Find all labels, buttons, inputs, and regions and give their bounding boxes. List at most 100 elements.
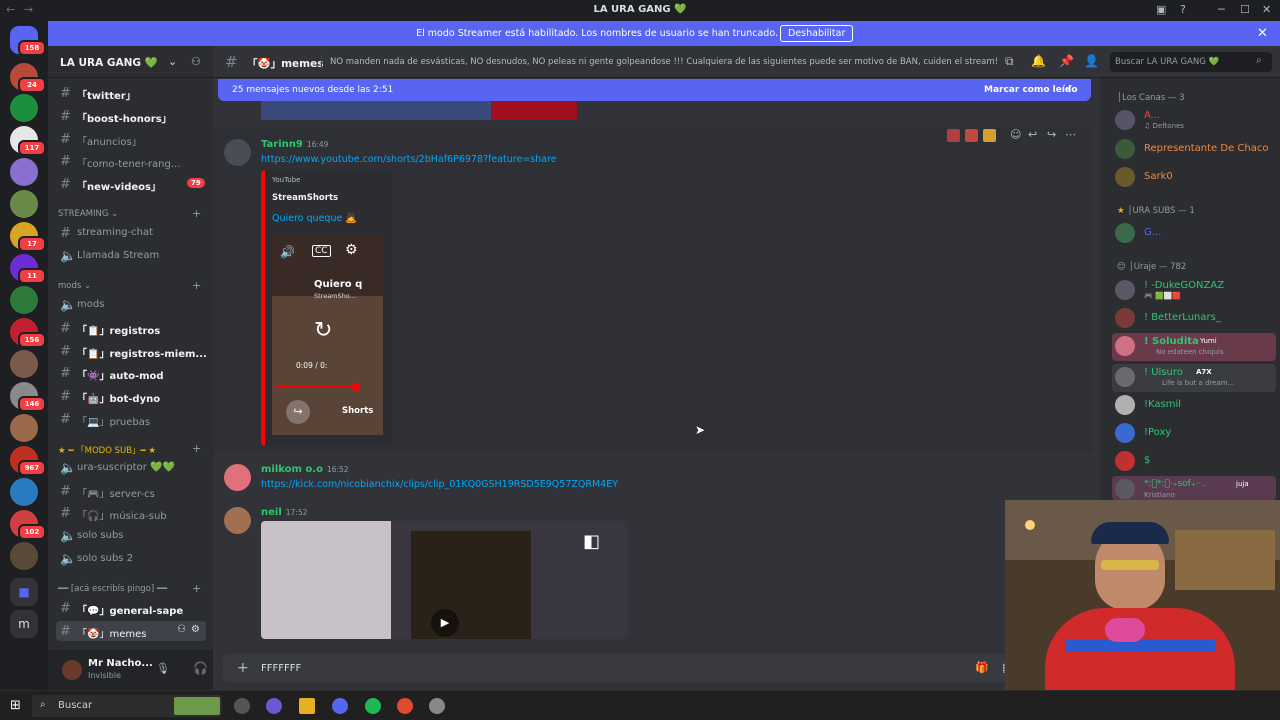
member-item[interactable]: ! -DukeGONZAZ 🎮 🟩⬜🟥: [1112, 277, 1276, 305]
reaction-icon[interactable]: [983, 129, 996, 142]
more-icon[interactable]: ⋯: [1065, 128, 1076, 141]
close-window-icon[interactable]: ✕: [1262, 3, 1271, 16]
new-messages-bar[interactable]: 25 mensajes nuevos desde las 2:51 Marcar…: [218, 79, 1091, 101]
message-author[interactable]: milkom o.o: [261, 464, 323, 475]
video-progress[interactable]: [276, 386, 356, 388]
member-item[interactable]: *:ﾟ*:ﾟ‧₊sof₊‧·.. juja Kristiano: [1112, 476, 1276, 500]
member-list-icon[interactable]: 👤: [1084, 54, 1099, 68]
message-link[interactable]: https://kick.com/nicobianchix/clips/clip…: [261, 479, 618, 490]
member-item[interactable]: G...: [1112, 220, 1276, 248]
channel-musica-sub[interactable]: # 「🎧」música-sub: [56, 503, 206, 523]
member-item[interactable]: A... ♫ Deftones: [1112, 107, 1276, 135]
guild-header[interactable]: LA URA GANG 💚 ⌄ ⚇: [48, 46, 213, 78]
category-aca-escribis[interactable]: ━━ [acá escribís pingo] ━━: [58, 584, 167, 594]
channel-twitter[interactable]: # 「twitter」: [56, 83, 206, 103]
channel-general-sape[interactable]: # 「💬」general-sape: [56, 598, 206, 618]
server-icon[interactable]: [10, 350, 38, 378]
message-author[interactable]: neil: [261, 507, 282, 518]
threads-icon[interactable]: ⧉: [1005, 54, 1014, 69]
avatar[interactable]: [224, 507, 251, 534]
spotify-icon[interactable]: [365, 698, 381, 714]
share-icon[interactable]: ↪: [286, 400, 310, 424]
forward-icon[interactable]: ↪: [1047, 128, 1056, 141]
member-item[interactable]: ! Ulsuro A7X Life is but a dream...: [1112, 364, 1276, 392]
app-icon[interactable]: [234, 698, 250, 714]
progress-handle[interactable]: [352, 383, 360, 391]
embed-title[interactable]: Quiero queque 🙇: [272, 213, 357, 224]
volume-icon[interactable]: 🔊: [280, 245, 295, 259]
message-link[interactable]: https://www.youtube.com/shorts/2bHaf6P69…: [261, 154, 557, 165]
channel-como-tener-rango[interactable]: # 「como-tener-rang...: [56, 151, 206, 171]
server-icon[interactable]: [10, 190, 38, 218]
previous-image[interactable]: [261, 98, 577, 120]
server-icon[interactable]: [10, 286, 38, 314]
member-item[interactable]: ! BetterLunars_: [1112, 305, 1276, 333]
message-input[interactable]: + FFFFFFF 🎁 ▤: [223, 654, 1012, 682]
disable-streamer-button[interactable]: Deshabilitar: [780, 25, 854, 42]
channel-streaming-chat[interactable]: # streaming-chat: [56, 223, 206, 243]
add-channel-icon[interactable]: +: [192, 207, 201, 220]
minimize-icon[interactable]: ─: [1218, 3, 1225, 16]
captions-icon[interactable]: CC: [312, 245, 331, 257]
folder-icon[interactable]: ■: [10, 578, 38, 606]
invite-icon[interactable]: ⚇: [177, 624, 186, 635]
add-reaction-icon[interactable]: ☺: [1010, 128, 1021, 141]
member-item[interactable]: Representante De Chaco: [1112, 136, 1276, 164]
avatar[interactable]: [62, 660, 82, 680]
close-icon[interactable]: ✕: [1257, 26, 1268, 41]
avatar[interactable]: [224, 139, 251, 166]
reaction-icon[interactable]: [965, 129, 978, 142]
windows-start-icon[interactable]: ⊞: [10, 698, 21, 713]
member-item[interactable]: !Kasmil: [1112, 392, 1276, 420]
chrome-icon[interactable]: [397, 698, 413, 714]
maximize-icon[interactable]: ☐: [1240, 3, 1250, 16]
file-explorer-icon[interactable]: [299, 698, 315, 714]
channel-topic[interactable]: NO manden nada de esvásticas, NO desnudo…: [330, 57, 998, 67]
channel-llamada-stream[interactable]: 🔈 Llamada Stream: [56, 246, 206, 266]
video-player[interactable]: 🔊 CC ⚙ Quiero q StreamSho... ↻ 0:09 / 0:…: [272, 236, 383, 435]
channel-bot-dyno[interactable]: # 「🤖」bot-dyno: [56, 386, 206, 406]
play-icon[interactable]: ▶: [431, 609, 459, 637]
add-channel-icon[interactable]: +: [192, 279, 201, 292]
headphones-icon[interactable]: 🎧: [193, 661, 208, 675]
gear-icon[interactable]: ⚙: [191, 624, 200, 635]
add-channel-icon[interactable]: +: [192, 582, 201, 595]
channel-ura-suscriptor[interactable]: 🔈 ura-suscriptor 💚💚: [56, 458, 206, 478]
pin-icon[interactable]: 📌: [1059, 54, 1074, 68]
channel-new-videos[interactable]: # 「new-videos」 79: [56, 174, 206, 194]
server-icon[interactable]: [10, 94, 38, 122]
inbox-icon[interactable]: ▣: [1156, 3, 1166, 16]
channel-solo-subs[interactable]: 🔈 solo subs: [56, 526, 206, 546]
gift-icon[interactable]: 🎁: [975, 661, 989, 674]
server-icon[interactable]: [10, 542, 38, 570]
microphone-icon[interactable]: 🎙: [156, 662, 170, 675]
member-item[interactable]: Sark0: [1112, 164, 1276, 192]
channel-registros[interactable]: # 「📋」registros: [56, 318, 206, 338]
add-attachment-icon[interactable]: +: [237, 660, 249, 676]
member-item[interactable]: $: [1112, 448, 1276, 476]
server-icon[interactable]: [10, 414, 38, 442]
channel-boost-honors[interactable]: # 「boost-honors」: [56, 106, 206, 126]
help-icon[interactable]: ?: [1180, 3, 1186, 16]
avatar[interactable]: [224, 464, 251, 491]
app-icon[interactable]: [266, 698, 282, 714]
reaction-icon[interactable]: [947, 129, 960, 142]
video-attachment[interactable]: ◧ ▶: [261, 521, 628, 639]
channel-registros-miembros[interactable]: # 「📋」registros-miem...: [56, 341, 206, 361]
server-icon[interactable]: [10, 478, 38, 506]
category-streaming[interactable]: STREAMING ⌄: [58, 209, 118, 219]
channel-auto-mod[interactable]: # 「👾」auto-mod: [56, 363, 206, 383]
channel-server-cs[interactable]: # 「🎮」server-cs: [56, 481, 206, 501]
bell-icon[interactable]: 🔔: [1031, 54, 1046, 68]
channel-anuncios[interactable]: # 「anuncios」: [56, 129, 206, 149]
member-item[interactable]: ! Soludita Yumi No edateen chiquis: [1112, 333, 1276, 361]
reply-icon[interactable]: ↩: [1028, 128, 1037, 141]
invite-icon[interactable]: ⚇: [191, 55, 201, 68]
channel-pruebas[interactable]: # 「💻」pruebas: [56, 409, 206, 429]
gear-icon[interactable]: ⚙: [345, 242, 358, 258]
taskbar-search[interactable]: ⌕ Buscar: [32, 695, 222, 717]
server-letter-icon[interactable]: m: [10, 610, 38, 638]
channel-solo-subs-2[interactable]: 🔈 solo subs 2: [56, 549, 206, 569]
category-mods[interactable]: mods ⌄: [58, 281, 91, 291]
search-input[interactable]: Buscar LA URA GANG 💚 ⌕: [1110, 52, 1272, 72]
